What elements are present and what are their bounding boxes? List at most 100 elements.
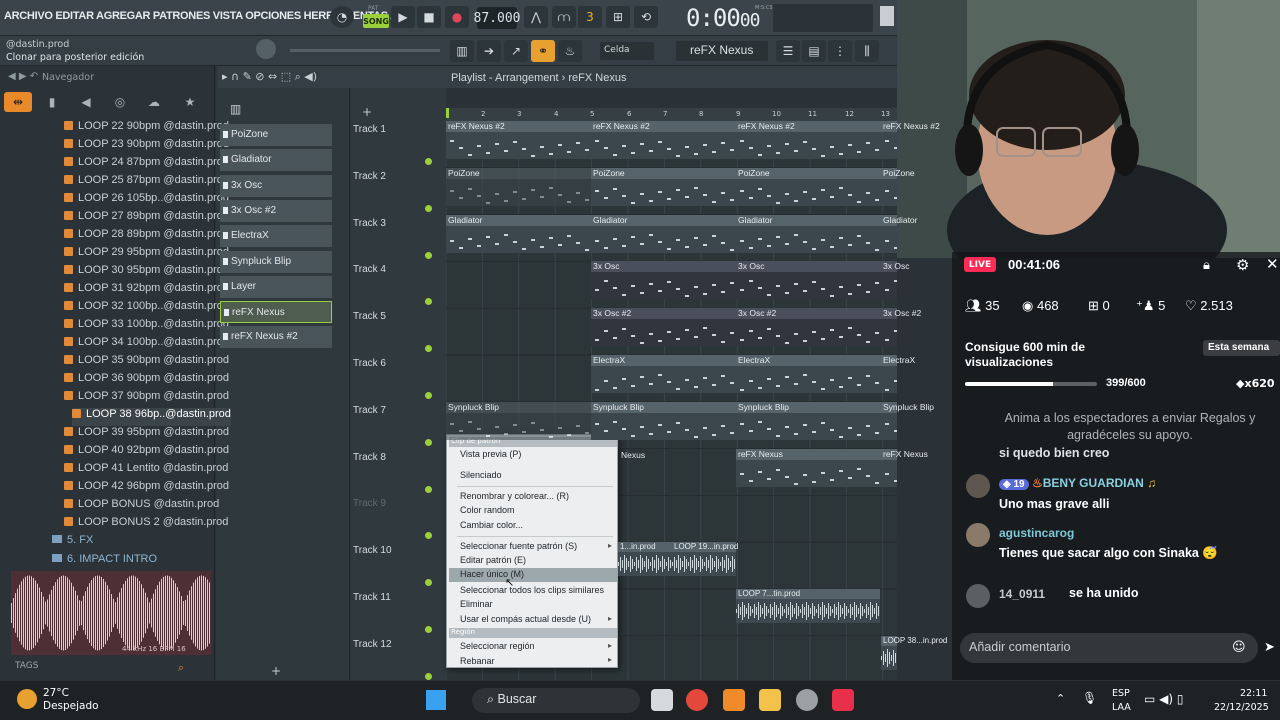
- fl-studio-icon[interactable]: [723, 689, 745, 711]
- piano-keys-icon[interactable]: ▥: [230, 102, 241, 116]
- send-icon[interactable]: ➤: [1264, 640, 1275, 655]
- track-label[interactable]: Track 11: [353, 592, 391, 603]
- loop-record-icon[interactable]: ⟲: [634, 6, 658, 28]
- browser-file-item[interactable]: LOOP 36 90bpm @dastin.prod: [64, 372, 229, 390]
- taskbar-search[interactable]: ⌕ Buscar: [472, 688, 640, 713]
- browser-file-item[interactable]: LOOP 33 100bp..@dastin.prod: [64, 318, 229, 336]
- snap-select[interactable]: Celda: [600, 42, 654, 60]
- browser-file-item[interactable]: LOOP 27 89bpm @dastin.prod: [64, 210, 229, 228]
- chat-username[interactable]: 14_0911: [999, 587, 1045, 601]
- pattern-item[interactable]: 3x Osc: [220, 174, 332, 197]
- track-label[interactable]: Track 10: [353, 545, 392, 556]
- pattern-item[interactable]: PoiZone: [220, 124, 332, 146]
- track-label[interactable]: Track 7: [353, 405, 386, 416]
- chat-username[interactable]: ◈ 19 ♨BENY GUARDIAN ♫: [999, 476, 1156, 490]
- piano-roll-icon[interactable]: ▤: [802, 40, 826, 62]
- master-volume-knob[interactable]: [256, 39, 276, 59]
- browser-file-item[interactable]: LOOP 23 90bpm @dastin.prod: [64, 138, 229, 156]
- goal-week-badge[interactable]: Esta semana: [1203, 340, 1280, 356]
- browser-arrows-icon[interactable]: ◀ ▶ ↶: [8, 71, 38, 82]
- track-label[interactable]: Track 2: [353, 171, 386, 182]
- playlist-tools-icons[interactable]: ▸ ∩ ✎ ⊘ ⇔ ⬚ ⌕ ◀): [222, 70, 317, 84]
- browser-file-item[interactable]: LOOP BONUS @dastin.prod: [64, 498, 219, 516]
- track-enable-led[interactable]: [425, 158, 432, 165]
- microphone-icon[interactable]: 🎙︎: [1082, 691, 1097, 705]
- song-mode-button[interactable]: SONG: [363, 14, 389, 28]
- comment-input[interactable]: Añadir comentario: [960, 633, 1258, 663]
- tempo-display[interactable]: 87.000: [474, 7, 520, 29]
- file-icon[interactable]: ▮: [38, 92, 66, 112]
- emoji-icon[interactable]: ☺: [1232, 640, 1246, 655]
- master-pitch-slider[interactable]: [290, 49, 440, 52]
- globe-icon[interactable]: ◎: [106, 92, 134, 112]
- browser-file-item[interactable]: LOOP BONUS 2 @dastin.prod: [64, 516, 228, 534]
- ctx-edit-pattern[interactable]: Editar patrón (E): [460, 555, 526, 565]
- browser-file-item[interactable]: LOOP 34 100bp..@dastin.prod: [64, 336, 229, 354]
- chrome-icon[interactable]: [686, 689, 708, 711]
- track-enable-led[interactable]: [425, 438, 432, 446]
- weather-icon[interactable]: [17, 689, 37, 709]
- ctx-select-source[interactable]: Seleccionar fuente patrón (S): [460, 541, 577, 551]
- track-label[interactable]: Track 9: [353, 498, 386, 509]
- play-icon[interactable]: ▶: [391, 6, 415, 28]
- clock-time[interactable]: 22:11: [1240, 688, 1267, 699]
- browser-file-item[interactable]: LOOP 41 Lentito @dastin.prod: [64, 462, 228, 480]
- track-enable-led[interactable]: [425, 392, 432, 399]
- ctx-rename[interactable]: Renombrar y colorear... (R): [460, 491, 569, 501]
- wait-input-icon[interactable]: ⩋: [552, 6, 576, 28]
- step-edit-icon[interactable]: ⊞: [606, 6, 630, 28]
- stop-icon[interactable]: ■: [417, 6, 441, 28]
- playlist-icon[interactable]: ☰: [776, 40, 800, 62]
- star-icon[interactable]: ★: [176, 92, 204, 112]
- browser-file-item[interactable]: LOOP 39 95bpm @dastin.prod: [64, 426, 229, 444]
- browser-file-item[interactable]: LOOP 40 92bpm @dastin.prod: [64, 444, 229, 462]
- track-enable-led[interactable]: [425, 626, 432, 633]
- track-enable-led[interactable]: [425, 251, 432, 259]
- ctx-select-similar[interactable]: Seleccionar todos los clips similares: [460, 585, 604, 595]
- pattern-item[interactable]: reFX Nexus: [220, 301, 332, 324]
- file-explorer-icon[interactable]: [759, 689, 781, 711]
- browser-file-item[interactable]: LOOP 28 89bpm @dastin.prod: [64, 228, 229, 246]
- ctx-slice[interactable]: Rebanar: [460, 656, 495, 666]
- pattern-select[interactable]: reFX Nexus: [676, 41, 768, 61]
- chevron-up-icon[interactable]: ⌃: [1056, 692, 1065, 705]
- folder-impact-intro[interactable]: 6. IMPACT INTRO: [52, 553, 157, 565]
- magnet-link-icon[interactable]: ⚭: [531, 40, 555, 62]
- clock-date[interactable]: 22/12/2025: [1214, 702, 1269, 713]
- system-tray-icons[interactable]: ▭ ◀) ▯: [1144, 692, 1183, 706]
- folder-fx[interactable]: 5. FX: [52, 534, 93, 546]
- mixer-icon[interactable]: ⫼: [855, 40, 879, 62]
- task-view-icon[interactable]: [651, 689, 673, 711]
- browser-file-item[interactable]: LOOP 26 105bp..@dastin.prod: [64, 192, 229, 210]
- countdown-icon[interactable]: 3: [578, 6, 602, 28]
- timeline-ruler[interactable]: [446, 108, 897, 121]
- track-enable-led[interactable]: [425, 485, 432, 493]
- track-enable-led[interactable]: [425, 672, 432, 680]
- browser-file-item[interactable]: LOOP 42 96bpm @dastin.prod: [64, 480, 229, 498]
- track-label[interactable]: Track 8: [353, 452, 386, 463]
- arrow-right-icon[interactable]: ➔: [477, 40, 501, 62]
- track-label[interactable]: Track 12: [353, 639, 392, 650]
- slide-icon[interactable]: ↗: [504, 40, 528, 62]
- all-files-icon[interactable]: ⇹: [4, 92, 32, 112]
- ctx-random-color[interactable]: Color random: [460, 505, 515, 515]
- windows-start-icon[interactable]: [426, 690, 446, 710]
- channel-rack-icon[interactable]: ⋮: [828, 40, 852, 62]
- pattern-item[interactable]: ElectraX: [220, 225, 332, 248]
- browser-file-item[interactable]: LOOP 31 92bpm @dastin.prod: [64, 282, 229, 300]
- metronome-dial-icon[interactable]: ◔: [330, 6, 354, 28]
- browser-file-item[interactable]: LOOP 32 100bp..@dastin.prod: [64, 300, 229, 318]
- language-region[interactable]: LAA: [1112, 702, 1131, 713]
- track-label[interactable]: Track 6: [353, 358, 386, 369]
- track-label[interactable]: Track 1: [353, 124, 386, 135]
- language-code[interactable]: ESP: [1112, 688, 1130, 699]
- chat-username[interactable]: agustincarog: [999, 526, 1074, 540]
- browser-file-item[interactable]: LOOP 24 87bpm @dastin.prod: [64, 156, 229, 174]
- cloud-icon[interactable]: ☁: [140, 92, 168, 112]
- browser-file-item[interactable]: LOOP 25 87bpm @dastin.prod: [64, 174, 229, 192]
- sample-waveform-preview[interactable]: [11, 571, 211, 655]
- avatar[interactable]: [966, 523, 990, 547]
- lock-icon[interactable]: 🔒︎: [1203, 258, 1210, 273]
- ctx-select-region[interactable]: Seleccionar región: [460, 641, 535, 651]
- ctx-preview[interactable]: Vista previa (P): [460, 449, 521, 459]
